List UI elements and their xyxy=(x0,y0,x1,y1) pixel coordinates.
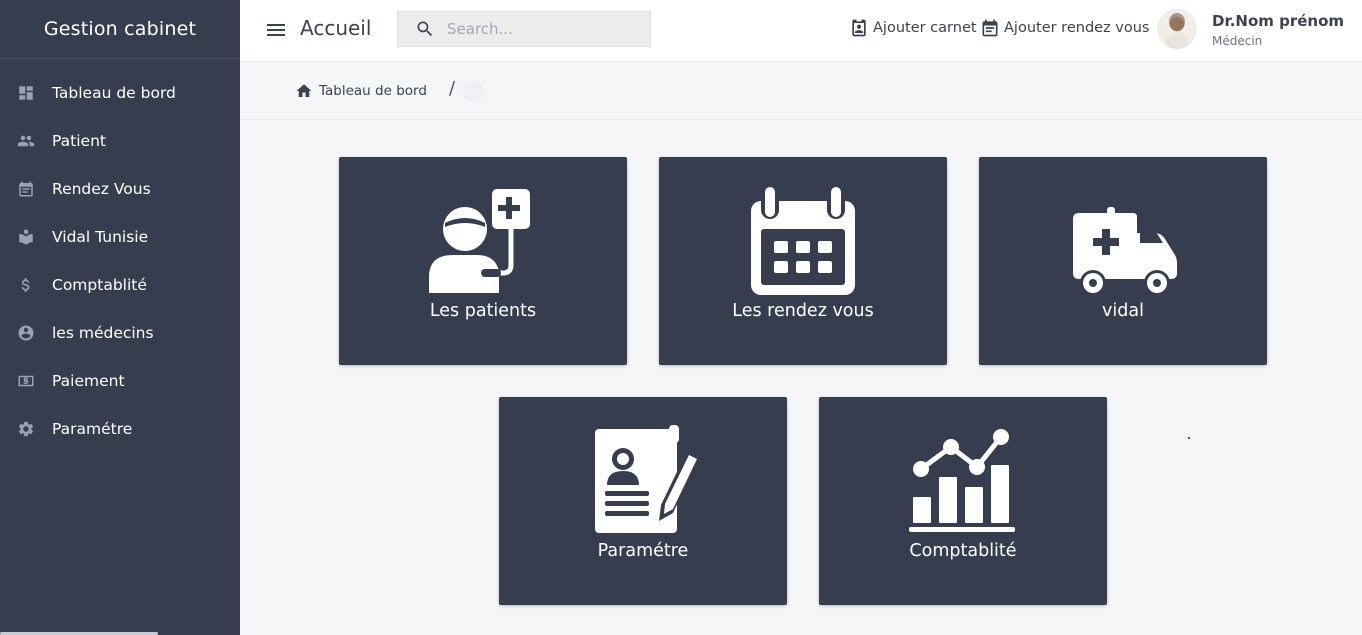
money-icon xyxy=(16,371,36,391)
account-circle-icon xyxy=(16,323,36,343)
card-label: vidal xyxy=(1102,301,1144,321)
breadcrumb-current xyxy=(462,81,484,101)
avatar[interactable] xyxy=(1157,9,1197,49)
stray-dot xyxy=(1188,437,1190,439)
card-label: Paramétre xyxy=(597,541,689,561)
home-icon xyxy=(296,84,312,97)
calendar-grid-icon xyxy=(659,185,947,297)
topbar: Accueil Ajouter carnet Ajouter rendez vo… xyxy=(240,0,1362,62)
card-rendez-vous[interactable]: Les rendez vous xyxy=(659,157,947,365)
card-label: Les rendez vous xyxy=(732,301,874,321)
search-box xyxy=(397,11,651,47)
page-title: Accueil xyxy=(300,16,372,40)
sidebar-item-label: les médecins xyxy=(52,324,154,342)
sidebar: Gestion cabinet Tableau de bord Patient … xyxy=(0,0,240,635)
calendar-note-icon xyxy=(982,19,998,37)
sidebar-item-label: Vidal Tunisie xyxy=(52,228,149,246)
breadcrumb-home-label: Tableau de bord xyxy=(319,83,427,99)
card-vidal[interactable]: vidal xyxy=(979,157,1267,365)
patient-iv-icon xyxy=(339,185,627,297)
card-patients[interactable]: Les patients xyxy=(339,157,627,365)
ambulance-icon xyxy=(979,185,1267,297)
sidebar-item-vidal[interactable]: Vidal Tunisie xyxy=(0,213,240,261)
search-icon xyxy=(417,21,433,37)
breadcrumb: Tableau de bord / xyxy=(240,62,1362,120)
card-label: Les patients xyxy=(429,301,537,321)
user-role: Médecin xyxy=(1212,34,1263,48)
gear-icon xyxy=(16,419,36,439)
sidebar-item-parametre[interactable]: Paramétre xyxy=(0,405,240,453)
card-comptablite[interactable]: Comptablité xyxy=(819,397,1107,605)
sidebar-item-label: Paiement xyxy=(52,372,125,390)
dashboard-icon xyxy=(16,83,36,103)
profile-document-pen-icon xyxy=(499,425,787,537)
card-parametre[interactable]: Paramétre xyxy=(499,397,787,605)
people-icon xyxy=(16,131,36,151)
sidebar-item-medecins[interactable]: les médecins xyxy=(0,309,240,357)
sidebar-item-rendez-vous[interactable]: Rendez Vous xyxy=(0,165,240,213)
app-brand: Gestion cabinet xyxy=(0,0,240,59)
breadcrumb-home[interactable]: Tableau de bord xyxy=(295,82,427,100)
sidebar-nav: Tableau de bord Patient Rendez Vous Vida… xyxy=(0,59,240,453)
sidebar-item-comptablite[interactable]: Comptablité xyxy=(0,261,240,309)
sidebar-item-label: Paramétre xyxy=(52,420,133,438)
contact-card-icon xyxy=(852,19,866,37)
sidebar-item-patient[interactable]: Patient xyxy=(0,117,240,165)
card-label: Comptablité xyxy=(909,541,1017,561)
bar-line-chart-icon xyxy=(819,425,1107,537)
sidebar-item-label: Rendez Vous xyxy=(52,180,151,198)
breadcrumb-separator: / xyxy=(449,78,456,99)
add-appointment-button[interactable]: Ajouter rendez vous xyxy=(980,17,1149,39)
search-input[interactable] xyxy=(445,19,629,39)
user-name: Dr.Nom prénom xyxy=(1212,12,1345,30)
add-notebook-button[interactable]: Ajouter carnet xyxy=(849,17,977,39)
dollar-icon xyxy=(16,275,36,295)
add-appointment-label: Ajouter rendez vous xyxy=(1004,20,1150,36)
sidebar-item-paiement[interactable]: Paiement xyxy=(0,357,240,405)
sidebar-item-label: Comptablité xyxy=(52,276,147,294)
sidebar-item-label: Tableau de bord xyxy=(52,84,176,102)
sidebar-item-label: Patient xyxy=(52,132,106,150)
book-icon xyxy=(16,227,36,247)
sidebar-item-dashboard[interactable]: Tableau de bord xyxy=(0,69,240,117)
calendar-icon xyxy=(16,179,36,199)
add-notebook-label: Ajouter carnet xyxy=(873,20,977,36)
menu-icon[interactable] xyxy=(264,18,288,42)
